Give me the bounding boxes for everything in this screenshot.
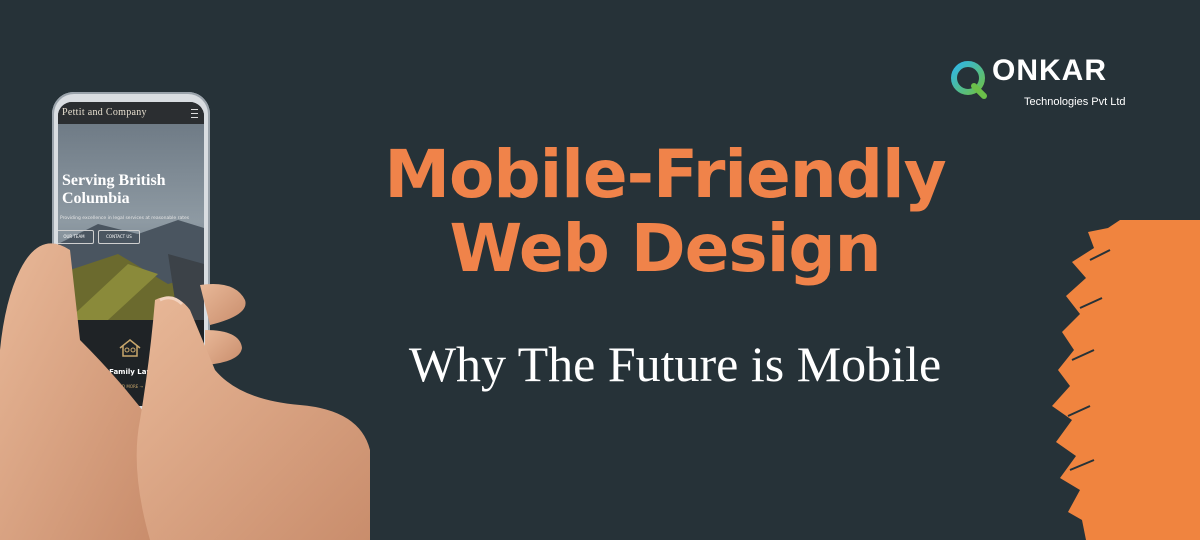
logo-tagline: Technologies Pvt Ltd bbox=[1024, 96, 1126, 108]
hero-title: Serving British Columbia bbox=[62, 172, 166, 207]
logo-q-icon bbox=[951, 61, 987, 99]
headline-line-1: Mobile-Friendly bbox=[384, 136, 946, 213]
orange-paint-stroke bbox=[1052, 220, 1200, 540]
headline-line-2: Web Design bbox=[449, 210, 881, 287]
hero-tagline: Providing excellence in legal services a… bbox=[60, 216, 190, 221]
hand-illustration bbox=[0, 243, 370, 540]
logo-name: ONKAR bbox=[992, 54, 1107, 87]
headline: Mobile-Friendly Web Design bbox=[290, 138, 1040, 286]
site-brand: Pettit and Company bbox=[62, 107, 147, 118]
subtitle: Why The Future is Mobile bbox=[408, 336, 942, 392]
banner: ONKAR Technologies Pvt Ltd Mobile-Friend… bbox=[0, 0, 1200, 540]
hamburger-menu-icon bbox=[191, 109, 198, 118]
site-header: Pettit and Company bbox=[58, 102, 204, 124]
onkar-logo: ONKAR Technologies Pvt Ltd bbox=[948, 54, 1158, 114]
